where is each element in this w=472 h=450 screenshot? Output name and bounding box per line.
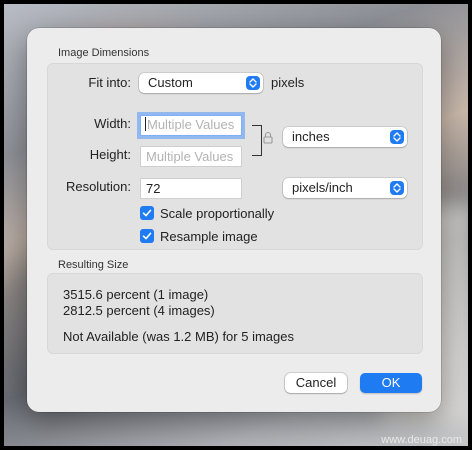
resolution-value: 72 — [146, 181, 161, 196]
resulting-size-title: Resulting Size — [58, 259, 129, 271]
result-line: 2812.5 percent (4 images) — [63, 303, 215, 318]
scale-proportionally-checkbox[interactable] — [140, 206, 154, 220]
height-input[interactable]: Multiple Values — [140, 146, 242, 167]
resample-image-checkbox[interactable] — [140, 229, 154, 243]
size-unit-popup[interactable]: inches — [283, 127, 407, 147]
resolution-unit-popup[interactable]: pixels/inch — [283, 178, 407, 198]
height-label: Height: — [89, 147, 131, 162]
width-placeholder: Multiple Values — [147, 117, 235, 132]
result-line: 3515.6 percent (1 image) — [63, 287, 209, 302]
resample-image-label[interactable]: Resample image — [160, 229, 258, 244]
chevron-updown-icon — [390, 181, 404, 195]
resulting-size-group: 3515.6 percent (1 image) 2812.5 percent … — [47, 273, 423, 354]
ok-button[interactable]: OK — [360, 373, 422, 393]
chevron-updown-icon — [390, 130, 404, 144]
resolution-input[interactable]: 72 — [140, 178, 242, 199]
cancel-button[interactable]: Cancel — [285, 373, 347, 393]
size-unit-value: inches — [292, 129, 330, 144]
width-input[interactable]: Multiple Values — [140, 115, 242, 136]
width-label: Width: — [94, 116, 131, 131]
constrain-bracket — [252, 125, 262, 156]
fit-into-value: Custom — [148, 75, 193, 90]
checkmark-icon — [142, 232, 152, 240]
image-dimensions-title: Image Dimensions — [58, 47, 150, 59]
lock-icon[interactable] — [263, 131, 273, 147]
height-placeholder: Multiple Values — [146, 149, 234, 164]
chevron-updown-icon — [246, 76, 260, 90]
fit-into-popup[interactable]: Custom — [139, 73, 263, 93]
result-line: Not Available (was 1.2 MB) for 5 images — [63, 329, 294, 344]
watermark-text: www.deuag.com — [381, 434, 462, 446]
fit-into-unit: pixels — [271, 75, 305, 90]
fit-into-label: Fit into: — [88, 75, 131, 90]
resolution-label: Resolution: — [65, 179, 131, 194]
scale-proportionally-label[interactable]: Scale proportionally — [160, 206, 274, 221]
checkmark-icon — [142, 209, 152, 217]
image-dimensions-group: Fit into: Custom pixels Width: Multiple … — [47, 63, 423, 250]
adjust-size-dialog: Image Dimensions Fit into: Custom pixels… — [27, 28, 441, 412]
resolution-unit-value: pixels/inch — [292, 180, 353, 195]
